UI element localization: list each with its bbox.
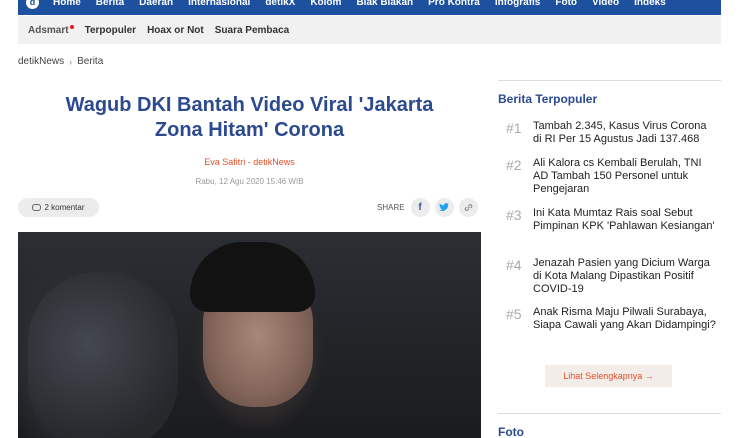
foto-heading[interactable]: Foto <box>498 425 524 438</box>
twitter-share-button[interactable] <box>434 198 454 217</box>
see-more-button[interactable]: Lihat Selengkapnya → <box>545 365 672 387</box>
link-icon <box>464 204 472 211</box>
article-photo <box>18 232 481 438</box>
breadcrumb-home[interactable]: detikNews <box>18 56 64 67</box>
subnav-item-adsmart[interactable]: Adsmart <box>28 24 74 36</box>
subnav-item-terpopuler[interactable]: Terpopuler <box>85 25 136 36</box>
popular-rank: #5 <box>506 306 522 322</box>
popular-item[interactable]: #1 Tambah 2.345, Kasus Virus Corona di R… <box>506 120 718 146</box>
popular-rank: #4 <box>506 257 522 273</box>
new-dot-icon <box>69 24 74 29</box>
nav-item-internasional[interactable]: Internasional <box>188 0 250 9</box>
nav-item-foto[interactable]: Foto <box>555 0 577 9</box>
subnav-item-label: Adsmart <box>28 24 69 36</box>
nav-item-video[interactable]: Video <box>592 0 619 9</box>
subnav-item-suara-pembaca[interactable]: Suara Pembaca <box>215 25 290 36</box>
popular-title[interactable]: Tambah 2.345, Kasus Virus Corona di RI P… <box>533 120 718 146</box>
copy-link-button[interactable] <box>458 198 478 217</box>
divider <box>498 413 721 414</box>
breadcrumb: detikNews › Berita <box>18 56 103 67</box>
share-bar: SHARE f <box>377 198 478 217</box>
popular-item[interactable]: #5 Anak Risma Maju Pilwali Surabaya, Sia… <box>506 306 718 332</box>
popular-title[interactable]: Anak Risma Maju Pilwali Surabaya, Siapa … <box>533 306 718 332</box>
popular-title[interactable]: Ini Kata Mumtaz Rais soal Sebut Pimpinan… <box>533 207 718 233</box>
popular-rank: #3 <box>506 207 522 223</box>
nav-item-home[interactable]: Home <box>53 0 81 9</box>
share-label: SHARE <box>377 203 405 212</box>
detik-logo[interactable]: d <box>26 0 39 9</box>
nav-item-berita[interactable]: Berita <box>96 0 124 9</box>
comment-icon <box>32 204 42 211</box>
nav-item-kolom[interactable]: Kolom <box>310 0 341 9</box>
divider <box>498 80 721 81</box>
comments-count: 2 komentar <box>44 203 85 212</box>
facebook-icon: f <box>418 202 422 213</box>
chevron-right-icon: › <box>69 56 73 67</box>
nav-item-detikx[interactable]: detikX <box>265 0 295 9</box>
comments-button[interactable]: 2 komentar <box>18 198 99 217</box>
popular-title[interactable]: Jenazah Pasien yang Dicium Warga di Kota… <box>533 257 718 296</box>
photo-microphone <box>28 272 178 438</box>
popular-item[interactable]: #3 Ini Kata Mumtaz Rais soal Sebut Pimpi… <box>506 207 718 233</box>
article-title: Wagub DKI Bantah Video Viral 'Jakarta Zo… <box>65 94 434 141</box>
nav-item-daerah[interactable]: Daerah <box>139 0 173 9</box>
nav-item-indeks[interactable]: Indeks <box>634 0 666 9</box>
twitter-icon <box>439 203 450 211</box>
popular-rank: #1 <box>506 120 522 136</box>
popular-item[interactable]: #2 Ali Kalora cs Kembali Berulah, TNI AD… <box>506 157 718 196</box>
subnav-item-hoax-or-not[interactable]: Hoax or Not <box>147 25 204 36</box>
popular-heading[interactable]: Berita Terpopuler <box>498 92 597 106</box>
popular-rank: #2 <box>506 157 522 173</box>
article-author[interactable]: Eva Safitri - detikNews <box>18 157 481 167</box>
facebook-share-button[interactable]: f <box>410 198 430 217</box>
nav-item-blak-blakan[interactable]: Blak Blakan <box>356 0 413 9</box>
breadcrumb-section[interactable]: Berita <box>77 56 103 67</box>
nav-item-pro-kontra[interactable]: Pro Kontra <box>428 0 480 9</box>
sub-nav-bar: Adsmart Terpopuler Hoax or Not Suara Pem… <box>18 16 721 44</box>
popular-item[interactable]: #4 Jenazah Pasien yang Dicium Warga di K… <box>506 257 718 296</box>
top-nav-bar: d Home Berita Daerah Internasional detik… <box>18 0 721 15</box>
popular-title[interactable]: Ali Kalora cs Kembali Berulah, TNI AD Ta… <box>533 157 718 196</box>
nav-item-infografis[interactable]: Infografis <box>495 0 541 9</box>
article-date: Rabu, 12 Agu 2020 15:46 WIB <box>195 177 304 186</box>
photo-hair <box>190 242 315 312</box>
